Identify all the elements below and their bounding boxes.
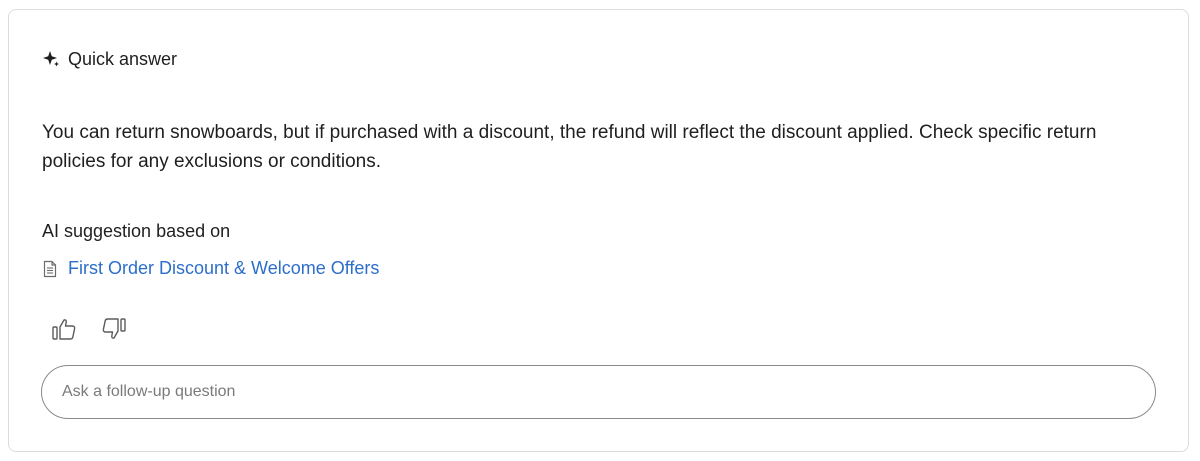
source-link-label: First Order Discount & Welcome Offers: [68, 258, 380, 278]
document-icon: [42, 260, 58, 278]
sparkle-icon: [42, 50, 60, 68]
thumbs-up-button[interactable]: [49, 314, 79, 344]
sources-label: AI suggestion based on: [42, 221, 231, 241]
feedback-controls: [49, 314, 129, 344]
thumbs-down-icon: [101, 316, 127, 342]
answer-text: You can return snowboards, but if purcha…: [42, 122, 1097, 172]
card-header: Quick answer: [42, 48, 177, 70]
thumbs-up-icon: [51, 316, 77, 342]
quick-answer-card: Quick answer You can return snowboards, …: [8, 9, 1189, 452]
follow-up-input[interactable]: [41, 365, 1156, 419]
source-link-first-order-discount[interactable]: First Order Discount & Welcome Offers: [42, 258, 379, 279]
thumbs-down-button[interactable]: [99, 314, 129, 344]
card-title: Quick answer: [68, 48, 178, 69]
